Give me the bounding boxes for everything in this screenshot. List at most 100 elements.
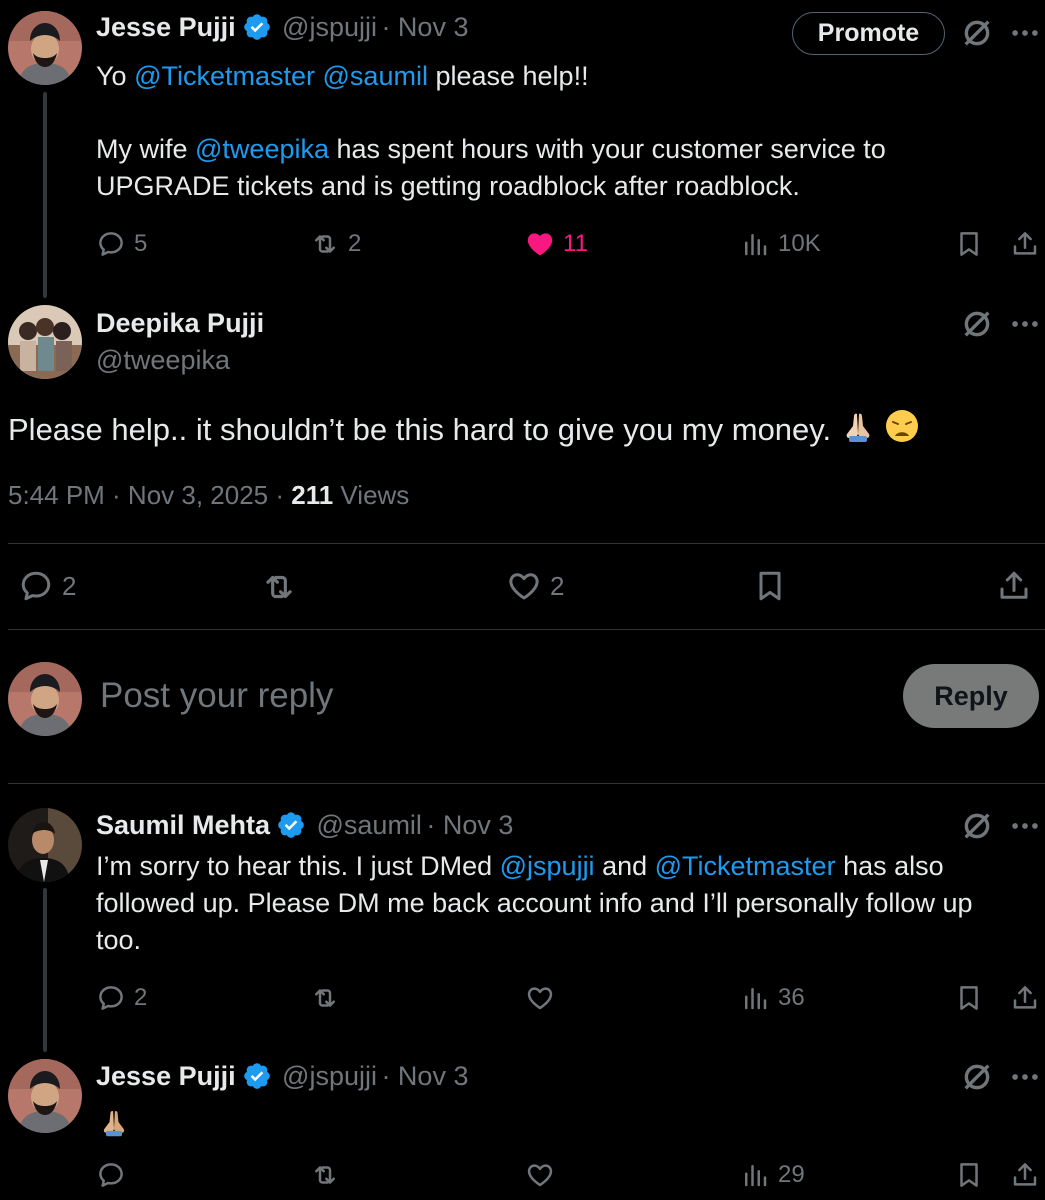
views-button[interactable]: 29: [740, 1160, 805, 1190]
folded-hands-emoji-icon: [103, 1110, 125, 1137]
grok-icon[interactable]: [960, 809, 994, 848]
share-icon: [996, 568, 1032, 604]
weary-face-emoji-icon: [886, 410, 919, 442]
author-name[interactable]: Jesse Pujji: [96, 12, 236, 42]
more-icon[interactable]: [1008, 16, 1042, 55]
tweet-date[interactable]: · Nov 3: [381, 1061, 468, 1091]
tweet-header: Jesse Pujji @jspujji · Nov 3: [96, 1061, 468, 1092]
grok-icon[interactable]: [960, 16, 994, 55]
reply-count: 2: [134, 984, 148, 1011]
like-icon: [525, 1160, 555, 1190]
author-handle[interactable]: @tweepika: [96, 345, 230, 376]
bookmark-icon: [954, 229, 984, 259]
reply-input[interactable]: Post your reply: [100, 676, 333, 716]
views-icon: [740, 983, 770, 1013]
tweet-text-line: My wife @tweepika has spent hours with y…: [96, 131, 886, 168]
avatar[interactable]: [8, 11, 82, 85]
like-button[interactable]: [525, 983, 555, 1013]
repost-icon: [310, 229, 340, 259]
share-button[interactable]: [1010, 1160, 1040, 1190]
mention-link[interactable]: @jspujji: [500, 851, 595, 881]
like-icon: [525, 229, 555, 259]
avatar[interactable]: [8, 305, 82, 379]
view-count: 10K: [778, 230, 821, 257]
tweet-text-line: followed up. Please DM me back account i…: [96, 888, 973, 918]
more-icon[interactable]: [1008, 809, 1042, 848]
text-segment: Please help.. it shouldn’t be this hard …: [8, 412, 832, 447]
text-segment: has spent hours with your customer servi…: [329, 134, 886, 164]
view-count: 29: [778, 1161, 805, 1188]
reply-count: 5: [134, 230, 148, 257]
bookmark-button[interactable]: [954, 229, 984, 259]
text-segment: has also: [835, 851, 944, 881]
bookmark-icon: [752, 568, 788, 604]
reply-icon: [96, 229, 126, 259]
author-name[interactable]: Deepika Pujji: [96, 308, 264, 339]
grok-icon[interactable]: [960, 307, 994, 346]
bookmark-button[interactable]: [954, 1160, 984, 1190]
avatar: [8, 662, 82, 736]
views-button[interactable]: 36: [740, 983, 805, 1013]
mention-link[interactable]: @saumil: [323, 61, 428, 91]
promote-button[interactable]: Promote: [792, 12, 945, 55]
author-handle[interactable]: @jspujji: [282, 1061, 377, 1091]
divider: [8, 543, 1045, 544]
repost-button[interactable]: 2: [310, 229, 361, 259]
reply-button[interactable]: 2: [18, 568, 76, 604]
tweet-text: Please help.. it shouldn’t be this hard …: [8, 408, 920, 448]
mention-link[interactable]: @Ticketmaster: [134, 61, 315, 91]
bookmark-button[interactable]: [752, 568, 788, 604]
mention-link[interactable]: @Ticketmaster: [655, 851, 836, 881]
like-button[interactable]: 11: [525, 229, 588, 259]
tweet-date[interactable]: · Nov 3: [426, 810, 513, 840]
tweet-meta: 5:44 PM · Nov 3, 2025 · 211 Views: [8, 480, 409, 511]
tweet-text-line: I’m sorry to hear this. I just DMed @jsp…: [96, 848, 944, 885]
avatar[interactable]: [8, 1059, 82, 1133]
views-button[interactable]: 10K: [740, 229, 821, 259]
reply-button[interactable]: Reply: [903, 664, 1039, 728]
share-button[interactable]: [996, 568, 1032, 604]
text-segment: please help!!: [427, 61, 589, 91]
like-button[interactable]: [525, 1160, 555, 1190]
like-count: 2: [550, 570, 565, 601]
reply-button[interactable]: 2: [96, 983, 147, 1013]
more-icon[interactable]: [1008, 307, 1042, 346]
reply-icon: [18, 568, 54, 604]
author-name[interactable]: Jesse Pujji: [96, 1061, 236, 1091]
tweet-date[interactable]: · Nov 3: [381, 12, 468, 42]
text-segment: Yo: [96, 61, 135, 91]
avatar[interactable]: [8, 808, 82, 882]
repost-button[interactable]: [310, 1160, 340, 1190]
share-icon: [1010, 983, 1040, 1013]
reply-icon: [96, 983, 126, 1013]
mention-link[interactable]: @tweepika: [195, 134, 329, 164]
divider: [8, 629, 1045, 630]
like-button[interactable]: 2: [506, 568, 564, 604]
grok-icon[interactable]: [960, 1060, 994, 1099]
reply-icon: [96, 1160, 126, 1190]
reply-button[interactable]: 5: [96, 229, 147, 259]
author-name[interactable]: Saumil Mehta: [96, 810, 270, 840]
reply-count: 2: [62, 570, 77, 601]
verified-badge-icon: [242, 1061, 272, 1091]
repost-button[interactable]: [310, 983, 340, 1013]
thread-line: [43, 888, 47, 1052]
bookmark-button[interactable]: [954, 983, 984, 1013]
share-icon: [1010, 1160, 1040, 1190]
views-icon: [740, 229, 770, 259]
views-count: 211: [291, 480, 334, 510]
share-button[interactable]: [1010, 229, 1040, 259]
reply-button[interactable]: [96, 1160, 126, 1190]
share-button[interactable]: [1010, 983, 1040, 1013]
timestamp[interactable]: 5:44 PM · Nov 3, 2025 ·: [8, 480, 291, 510]
repost-icon: [310, 1160, 340, 1190]
repost-icon: [260, 568, 298, 606]
author-handle[interactable]: @saumil: [317, 810, 422, 840]
like-icon: [506, 568, 542, 604]
repost-button[interactable]: [260, 568, 298, 606]
more-icon[interactable]: [1008, 1060, 1042, 1099]
tweet-text: [96, 1106, 132, 1143]
author-handle[interactable]: @jspujji: [282, 12, 377, 42]
divider: [8, 783, 1045, 784]
thread-line: [43, 92, 47, 298]
